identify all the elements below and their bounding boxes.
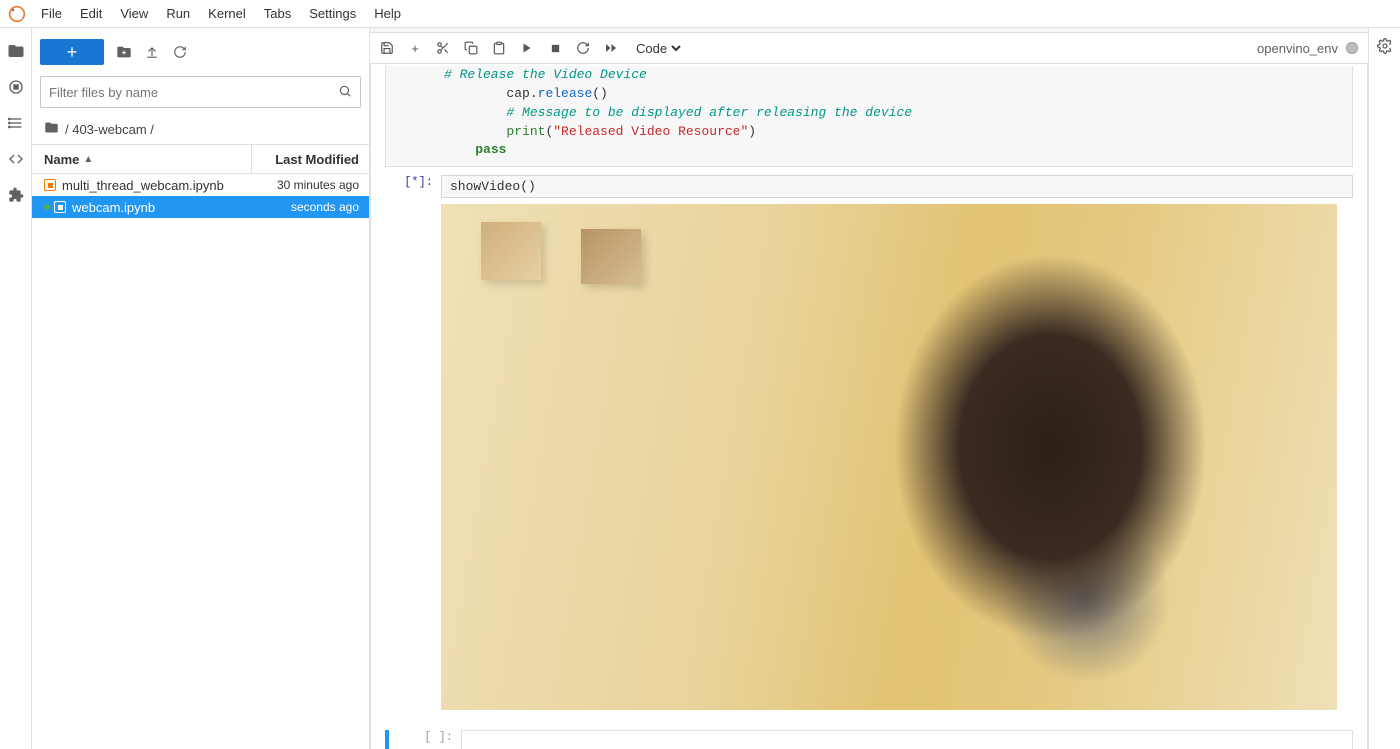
cell-input[interactable]: showVideo() — [441, 175, 1353, 198]
toc-icon[interactable] — [7, 114, 25, 132]
filter-box[interactable] — [40, 76, 361, 108]
file-list: multi_thread_webcam.ipynb 30 minutes ago… — [32, 174, 369, 749]
code-icon[interactable] — [7, 150, 25, 168]
kernel-name[interactable]: openvino_env — [1257, 41, 1338, 56]
column-header-name[interactable]: Name▲ — [32, 152, 251, 167]
cell-prompt: [*]: — [385, 175, 441, 189]
file-modified: 30 minutes ago — [241, 178, 359, 192]
breadcrumb-path[interactable]: / 403-webcam / — [65, 122, 154, 137]
menu-settings[interactable]: Settings — [300, 2, 365, 25]
new-folder-icon[interactable] — [116, 44, 132, 60]
cell-type-select[interactable]: Code — [632, 40, 684, 57]
refresh-icon[interactable] — [172, 44, 188, 60]
cell-input[interactable] — [461, 730, 1353, 749]
extension-icon[interactable] — [7, 186, 25, 204]
upload-icon[interactable] — [144, 44, 160, 60]
add-cell-icon[interactable]: + — [408, 41, 422, 56]
running-icon[interactable] — [7, 78, 25, 96]
notebook-body[interactable]: # Release the Video Device cap.release()… — [370, 64, 1368, 749]
kernel-status-icon[interactable] — [1346, 42, 1358, 54]
menubar: File Edit View Run Kernel Tabs Settings … — [0, 0, 1400, 28]
cut-icon[interactable] — [436, 41, 450, 55]
notebook-icon — [44, 179, 56, 191]
menu-kernel[interactable]: Kernel — [199, 2, 255, 25]
notebook-icon — [54, 201, 66, 213]
save-icon[interactable] — [380, 41, 394, 55]
main-area: 401-m× bert_c× 103-p× 001-h× 301-te× 002… — [370, 28, 1368, 749]
file-row[interactable]: multi_thread_webcam.ipynb 30 minutes ago — [32, 174, 369, 196]
menu-edit[interactable]: Edit — [71, 2, 111, 25]
filter-input[interactable] — [49, 85, 338, 100]
file-browser: + / 403-webcam / Name▲ Last Modified mul… — [32, 28, 370, 749]
menu-help[interactable]: Help — [365, 2, 410, 25]
menu-run[interactable]: Run — [157, 2, 199, 25]
jupyter-logo — [8, 5, 26, 23]
paste-icon[interactable] — [492, 41, 506, 55]
notebook-toolbar: + Code openvino_env — [370, 32, 1368, 64]
menu-tabs[interactable]: Tabs — [255, 2, 300, 25]
right-sidebar — [1368, 28, 1400, 749]
breadcrumb[interactable]: / 403-webcam / — [32, 114, 369, 144]
sort-caret-icon: ▲ — [83, 154, 93, 165]
file-row[interactable]: webcam.ipynb seconds ago — [32, 196, 369, 218]
run-icon[interactable] — [520, 42, 534, 54]
restart-icon[interactable] — [576, 41, 590, 55]
copy-icon[interactable] — [464, 41, 478, 55]
menu-view[interactable]: View — [111, 2, 157, 25]
column-header-modified[interactable]: Last Modified — [251, 145, 369, 173]
cell-prompt: [ ]: — [417, 730, 461, 749]
menu-file[interactable]: File — [32, 2, 71, 25]
file-name: multi_thread_webcam.ipynb — [62, 178, 224, 193]
stop-icon[interactable] — [548, 43, 562, 54]
code-cell-tail: # Release the Video Device cap.release()… — [385, 66, 1353, 167]
code-cell-empty[interactable]: [ ]: — [385, 730, 1353, 749]
folder-icon — [44, 120, 59, 138]
new-launcher-button[interactable]: + — [40, 39, 104, 65]
file-name: webcam.ipynb — [72, 200, 155, 215]
code-cell-running[interactable]: [*]: showVideo() — [385, 175, 1353, 198]
activity-bar — [0, 28, 32, 749]
folder-icon[interactable] — [7, 42, 25, 60]
file-modified: seconds ago — [241, 200, 359, 214]
cell-selection-bar — [385, 730, 389, 749]
video-output — [441, 204, 1337, 710]
property-inspector-icon[interactable] — [1377, 38, 1393, 57]
search-icon — [338, 84, 352, 101]
fast-forward-icon[interactable] — [604, 42, 618, 54]
running-indicator-icon — [44, 204, 50, 210]
